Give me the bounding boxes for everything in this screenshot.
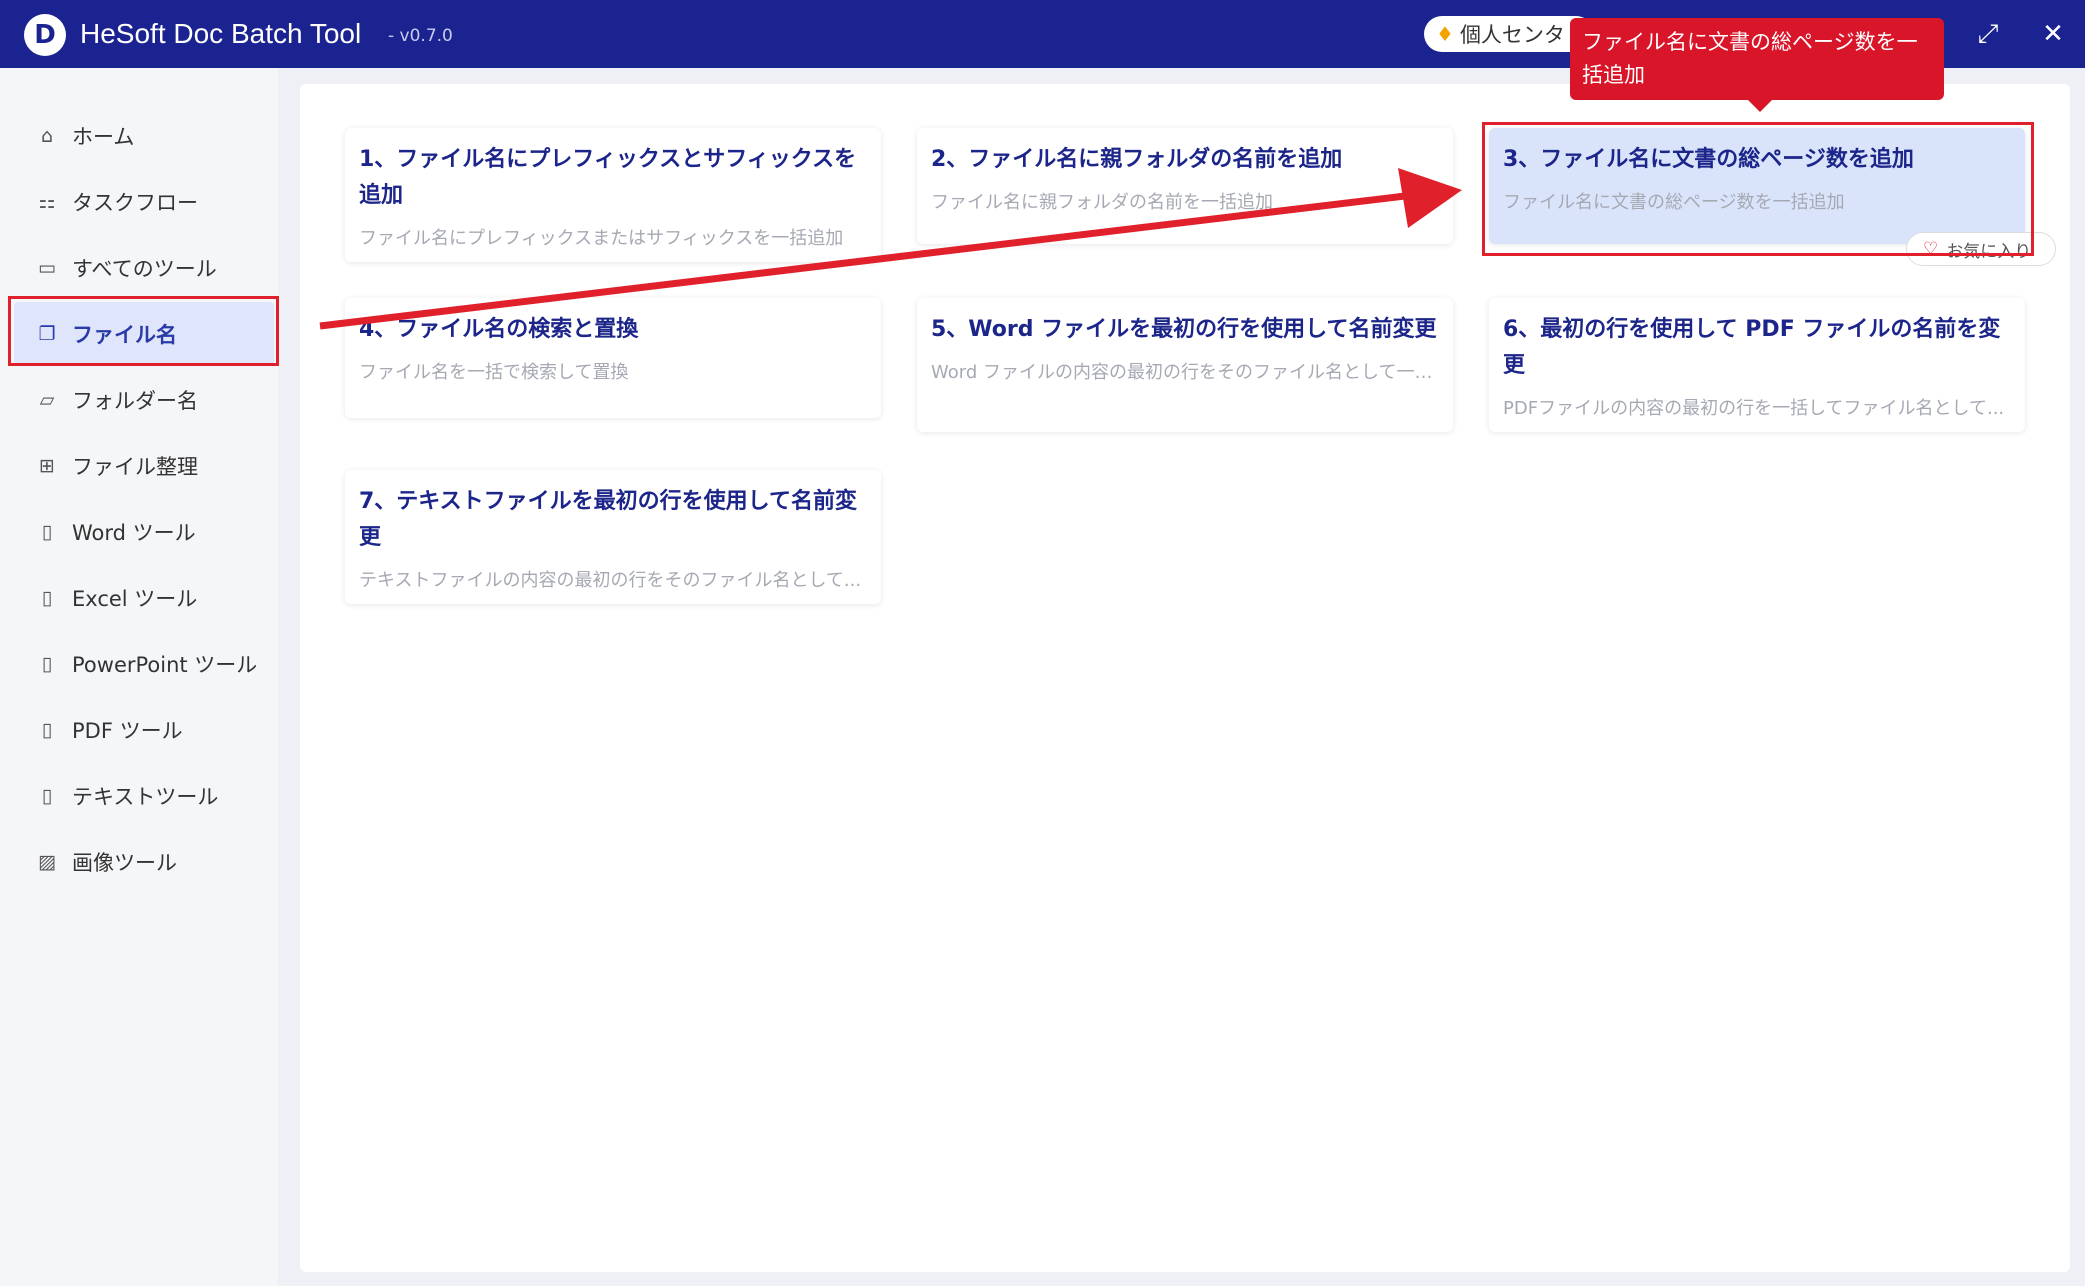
main-content: [300, 84, 2070, 1272]
sidebar-item-label: 画像ツール: [72, 851, 177, 875]
card-description: ファイル名を一括で検索して置換: [359, 362, 629, 383]
word-file-icon: ▯: [41, 521, 53, 543]
excel-file-icon: ▯: [41, 587, 53, 609]
card-description: Word ファイルの内容の最初の行をそのファイル名として一括...: [931, 362, 1439, 383]
ppt-file-icon: ▯: [41, 653, 53, 675]
sidebar-item-label: Word ツール: [72, 521, 196, 545]
home-icon: ⌂: [40, 125, 54, 147]
card-description: ファイル名にプレフィックスまたはサフィックスを一括追加: [359, 228, 844, 249]
tool-card-page-count[interactable]: 3、ファイル名に文書の総ページ数を追加 ファイル名に文書の総ページ数を一括追加: [1489, 128, 2025, 244]
sidebar-item-label: ファイル整理: [72, 455, 198, 479]
card-title: 3、ファイル名に文書の総ページ数を追加: [1503, 147, 1914, 172]
sidebar-item-filename[interactable]: ❐ ファイル名: [14, 302, 274, 366]
sidebar-item-file-organize[interactable]: ⊞ ファイル整理: [14, 434, 274, 498]
sidebar-item-label: ホーム: [72, 125, 135, 149]
tool-card-search-replace[interactable]: 4、ファイル名の検索と置換 ファイル名を一括で検索して置換: [345, 298, 881, 418]
tooltip: ファイル名に文書の総ページ数を一括追加: [1570, 18, 1944, 100]
card-description: テキストファイルの内容の最初の行をそのファイル名として...: [359, 570, 862, 591]
sidebar: ⌂ ホーム ⚏ タスクフロー ▭ すべてのツール ❐ ファイル名 ▱ フォルダー…: [0, 68, 278, 1286]
sidebar-item-label: PDF ツール: [72, 719, 183, 743]
tool-card-word-first-line[interactable]: 5、Word ファイルを最初の行を使用して名前変更 Word ファイルの内容の最…: [917, 298, 1453, 432]
organize-icon: ⊞: [39, 455, 55, 477]
monitor-icon: ▭: [38, 257, 56, 279]
sidebar-item-pdf-tools[interactable]: ▯ PDF ツール: [14, 698, 274, 762]
card-title: 5、Word ファイルを最初の行を使用して名前変更: [931, 317, 1437, 342]
card-title: 2、ファイル名に親フォルダの名前を追加: [931, 147, 1343, 172]
workflow-icon: ⚏: [38, 191, 56, 213]
sidebar-item-word-tools[interactable]: ▯ Word ツール: [14, 500, 274, 564]
app-logo-icon: D: [24, 14, 66, 56]
file-copy-icon: ❐: [38, 323, 56, 345]
image-icon: ▨: [38, 851, 56, 873]
sidebar-item-label: PowerPoint ツール: [72, 653, 258, 677]
favorite-button[interactable]: ♡ お気に入り: [1906, 232, 2056, 266]
heart-icon: ♡: [1923, 239, 1939, 259]
sidebar-item-excel-tools[interactable]: ▯ Excel ツール: [14, 566, 274, 630]
sidebar-item-folder-name[interactable]: ▱ フォルダー名: [14, 368, 274, 432]
favorite-label: お気に入り: [1946, 241, 2032, 262]
card-title: 6、最初の行を使用して PDF ファイルの名前を変更: [1503, 317, 2001, 378]
sidebar-item-text-tools[interactable]: ▯ テキストツール: [14, 764, 274, 828]
sidebar-item-label: テキストツール: [72, 785, 219, 809]
diamond-icon: ♦: [1436, 22, 1454, 46]
app-version: - v0.7.0: [388, 26, 453, 46]
tool-card-text-first-line[interactable]: 7、テキストファイルを最初の行を使用して名前変更 テキストファイルの内容の最初の…: [345, 470, 881, 604]
sidebar-item-powerpoint-tools[interactable]: ▯ PowerPoint ツール: [14, 632, 274, 696]
card-description: ファイル名に親フォルダの名前を一括追加: [931, 192, 1273, 213]
sidebar-item-label: タスクフロー: [72, 191, 198, 215]
app-title: HeSoft Doc Batch Tool: [80, 18, 362, 49]
text-file-icon: ▯: [41, 785, 53, 807]
sidebar-item-label: Excel ツール: [72, 587, 198, 611]
sidebar-item-label: フォルダー名: [72, 389, 198, 413]
sidebar-item-image-tools[interactable]: ▨ 画像ツール: [14, 830, 274, 894]
card-title: 4、ファイル名の検索と置換: [359, 317, 639, 342]
user-center-label: 個人センタ: [1459, 23, 1565, 47]
sidebar-item-all-tools[interactable]: ▭ すべてのツール: [14, 236, 274, 300]
card-description: PDFファイルの内容の最初の行を一括してファイル名として...: [1503, 398, 2005, 419]
card-description: ファイル名に文書の総ページ数を一括追加: [1503, 192, 1845, 213]
sidebar-item-label: ファイル名: [72, 323, 177, 347]
folder-icon: ▱: [39, 389, 55, 411]
pdf-file-icon: ▯: [41, 719, 53, 741]
tooltip-tail: [1748, 100, 1772, 112]
tool-card-parent-folder[interactable]: 2、ファイル名に親フォルダの名前を追加 ファイル名に親フォルダの名前を一括追加: [917, 128, 1453, 244]
close-icon[interactable]: ✕: [2035, 16, 2071, 52]
tool-card-pdf-first-line[interactable]: 6、最初の行を使用して PDF ファイルの名前を変更 PDFファイルの内容の最初…: [1489, 298, 2025, 432]
sidebar-item-home[interactable]: ⌂ ホーム: [14, 104, 274, 168]
sidebar-item-label: すべてのツール: [72, 257, 217, 281]
card-title: 1、ファイル名にプレフィックスとサフィックスを追加: [359, 147, 857, 208]
tool-card-prefix-suffix[interactable]: 1、ファイル名にプレフィックスとサフィックスを追加 ファイル名にプレフィックスま…: [345, 128, 881, 262]
card-title: 7、テキストファイルを最初の行を使用して名前変更: [359, 489, 857, 550]
sidebar-item-taskflow[interactable]: ⚏ タスクフロー: [14, 170, 274, 234]
maximize-icon[interactable]: ⤢: [1970, 16, 2006, 52]
user-center-button[interactable]: ♦ 個人センタ: [1424, 16, 1594, 52]
